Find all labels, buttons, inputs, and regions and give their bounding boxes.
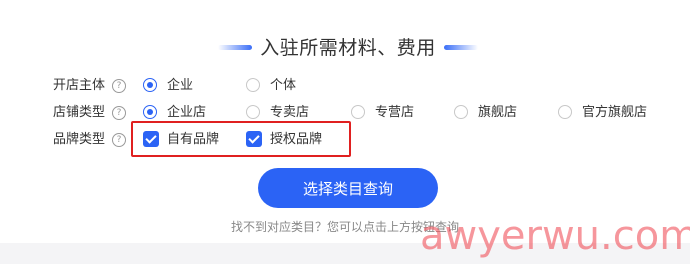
radio-unchecked-icon[interactable] (351, 105, 365, 119)
radio-unchecked-icon[interactable] (454, 105, 468, 119)
radio-unchecked-icon[interactable] (558, 105, 572, 119)
watermark: awyerwu.com (420, 213, 690, 259)
radio-unchecked-icon[interactable] (246, 78, 260, 92)
question-circle-icon[interactable]: ? (112, 79, 126, 93)
radio-label: 企业 (167, 78, 194, 93)
row-subject: 开店主体 ? 企业 个体 (0, 74, 690, 98)
radio-unchecked-icon[interactable] (246, 105, 260, 119)
radio-checked-icon[interactable] (143, 78, 157, 92)
brand-type-label: 品牌类型 (53, 132, 106, 147)
question-circle-icon[interactable]: ? (112, 133, 126, 147)
subject-label: 开店主体 (53, 78, 106, 93)
radio-label: 个体 (270, 78, 297, 93)
select-category-query-button[interactable]: 选择类目查询 (258, 168, 438, 208)
radio-label: 旗舰店 (478, 105, 518, 120)
section-title: 入驻所需材料、费用 (0, 36, 690, 60)
page: 入驻所需材料、费用 开店主体 ? 企业 个体 店铺类型 ? 企业店 专卖店 专营… (0, 0, 690, 264)
title-decoration-right (444, 45, 478, 50)
annotation-highlight-box (131, 121, 351, 157)
radio-checked-icon[interactable] (143, 105, 157, 119)
page-title: 入驻所需材料、费用 (260, 37, 436, 59)
title-decoration-left (218, 45, 252, 50)
shop-type-label: 店铺类型 (53, 105, 106, 120)
radio-label: 专营店 (375, 105, 415, 120)
question-circle-icon[interactable]: ? (112, 106, 126, 120)
radio-label: 官方旗舰店 (582, 105, 648, 120)
